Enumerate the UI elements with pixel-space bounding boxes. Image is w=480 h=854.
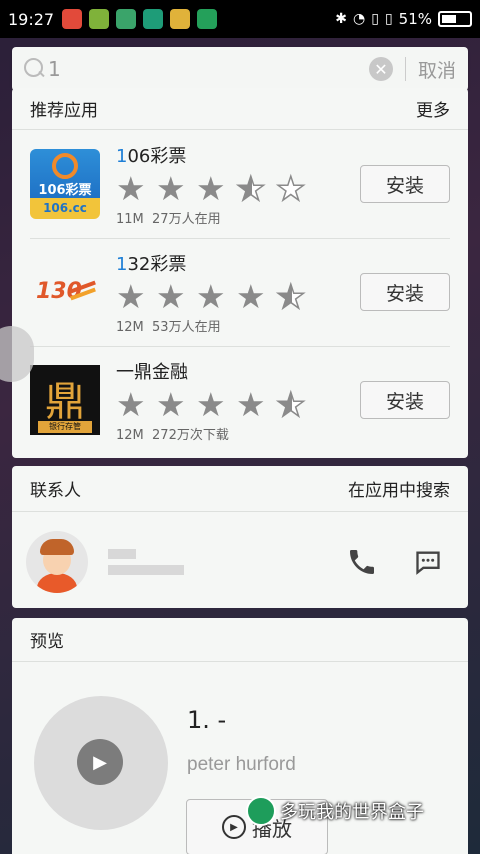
wifi-icon: ◔	[353, 11, 366, 27]
notification-app-icon	[62, 9, 83, 29]
star-half-icon: ★	[235, 170, 268, 206]
section-title: 推荐应用	[30, 101, 98, 121]
battery-icon	[438, 11, 472, 27]
app-icon-tag: 银行存管	[38, 421, 92, 433]
star-full-icon: ★	[116, 384, 146, 424]
star-full-icon: ★	[116, 276, 146, 316]
search-input[interactable]	[48, 57, 369, 81]
watermark-text: 多玩我的世界盒子	[280, 802, 424, 823]
search-in-app-button[interactable]: 在应用中搜索	[348, 476, 450, 501]
recommended-apps-card: 推荐应用 更多 106彩票 106.cc 106彩票 ★ ★ ★ ★ ★ 11M…	[12, 88, 468, 458]
app-name: 132彩票	[116, 253, 187, 275]
star-full-icon: ★	[236, 384, 266, 424]
app-meta: 12M 272万次下载	[116, 427, 229, 443]
app-meta: 11M 27万人在用	[116, 211, 221, 227]
track-title: 1. -	[187, 706, 227, 734]
star-full-icon: ★	[196, 384, 226, 424]
star-full-icon: ★	[196, 276, 226, 316]
app-icon-yiding-finance: 鼎 银行存管	[30, 365, 100, 435]
phone-icon[interactable]	[346, 546, 378, 578]
message-icon[interactable]	[414, 548, 442, 576]
notification-scan-icon	[143, 9, 164, 29]
notification-gamepad-icon	[116, 9, 137, 29]
app-icon-domain: 106.cc	[43, 201, 87, 215]
status-time: 19:27	[8, 9, 55, 29]
app-name: 106彩票	[116, 145, 187, 167]
star-empty-icon: ★	[275, 168, 306, 208]
section-title: 预览	[30, 632, 64, 652]
cancel-button[interactable]: 取消	[418, 56, 456, 83]
bluetooth-icon: ✱	[335, 11, 347, 27]
section-title: 联系人	[30, 481, 81, 501]
star-full-icon: ★	[156, 168, 186, 208]
app-icon-132-lottery: 130	[30, 257, 100, 327]
battery-percent: 51%	[398, 10, 432, 28]
contacts-card: 联系人 在应用中搜索	[12, 466, 468, 608]
app-icon-glyph: 鼎	[45, 379, 85, 425]
star-full-icon: ★	[236, 276, 266, 316]
app-item[interactable]: 130 132彩票 ★ ★ ★ ★ ★ 12M 53万人在用 安装	[12, 238, 468, 346]
app-meta: 12M 53万人在用	[116, 319, 221, 335]
star-full-icon: ★	[156, 276, 186, 316]
contact-name-redacted	[108, 543, 346, 581]
app-icon-106-lottery: 106彩票 106.cc	[30, 149, 100, 219]
rating-stars: ★ ★ ★ ★ ★	[116, 384, 360, 424]
status-bar: 19:27 ✱ ◔ ▯ ▯ 51%	[0, 0, 480, 38]
contact-item[interactable]	[12, 512, 468, 608]
watermark: 多玩我的世界盒子	[246, 796, 424, 826]
search-bar: ✕ 取消	[12, 47, 468, 91]
star-full-icon: ★	[156, 384, 186, 424]
star-half-icon: ★	[275, 386, 308, 422]
notification-box-icon	[197, 9, 218, 29]
clear-icon[interactable]: ✕	[368, 57, 393, 81]
notification-game-icon	[89, 9, 110, 29]
search-icon	[24, 58, 46, 80]
install-button[interactable]: 安装	[360, 165, 450, 203]
play-circle-icon: ▶	[222, 815, 246, 839]
track-artist: peter hurford	[187, 754, 296, 775]
sim1-icon: ▯	[371, 11, 379, 27]
rating-stars: ★ ★ ★ ★ ★	[116, 168, 360, 208]
notification-fruit-icon	[170, 9, 191, 29]
avatar	[26, 531, 88, 593]
music-disc: ▶	[34, 696, 168, 830]
sim2-icon: ▯	[384, 11, 393, 27]
app-item[interactable]: 106彩票 106.cc 106彩票 ★ ★ ★ ★ ★ 11M 27万人在用 …	[12, 130, 468, 238]
star-full-icon: ★	[116, 168, 146, 208]
install-button[interactable]: 安装	[360, 273, 450, 311]
divider	[404, 57, 406, 81]
app-name: 一鼎金融	[116, 361, 188, 383]
app-icon-label: 106彩票	[38, 183, 92, 198]
app-item[interactable]: 鼎 银行存管 一鼎金融 ★ ★ ★ ★ ★ 12M 272万次下载 安装	[12, 346, 468, 454]
install-button[interactable]: 安装	[360, 381, 450, 419]
star-half-icon: ★	[275, 278, 308, 314]
watermark-logo-icon	[246, 796, 276, 826]
star-full-icon: ★	[196, 168, 226, 208]
play-icon[interactable]: ▶	[77, 739, 123, 785]
rating-stars: ★ ★ ★ ★ ★	[116, 276, 360, 316]
more-button[interactable]: 更多	[416, 96, 450, 121]
